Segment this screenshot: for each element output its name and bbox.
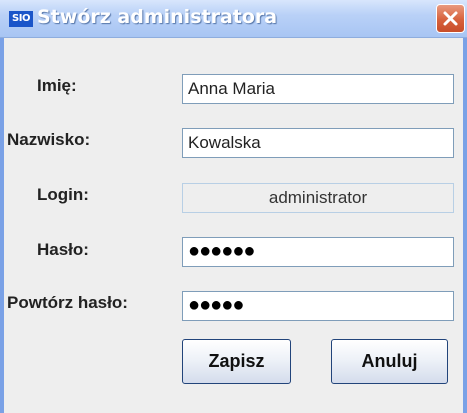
- title-bar[interactable]: SIO Stwórz administratora: [0, 0, 467, 38]
- login-field: administrator: [182, 183, 454, 213]
- imie-input[interactable]: Anna Maria: [182, 74, 454, 104]
- repeat-password-input[interactable]: ●●●●●: [182, 291, 454, 321]
- close-icon: [443, 11, 458, 26]
- login-label: Login:: [37, 185, 89, 204]
- imie-label: Imię:: [37, 76, 77, 95]
- cancel-button[interactable]: Anuluj: [331, 339, 448, 384]
- window-title: Stwórz administratora: [37, 6, 278, 28]
- password-input[interactable]: ●●●●●●: [182, 237, 454, 267]
- nazwisko-label: Nazwisko:: [7, 130, 91, 149]
- haslo-label: Hasło:: [37, 240, 89, 259]
- powtorz-haslo-label: Powtórz hasło:: [7, 293, 128, 312]
- app-logo-icon: SIO: [9, 11, 33, 27]
- nazwisko-input[interactable]: Kowalska: [182, 128, 454, 158]
- close-button[interactable]: [436, 4, 465, 33]
- save-button[interactable]: Zapisz: [182, 339, 291, 384]
